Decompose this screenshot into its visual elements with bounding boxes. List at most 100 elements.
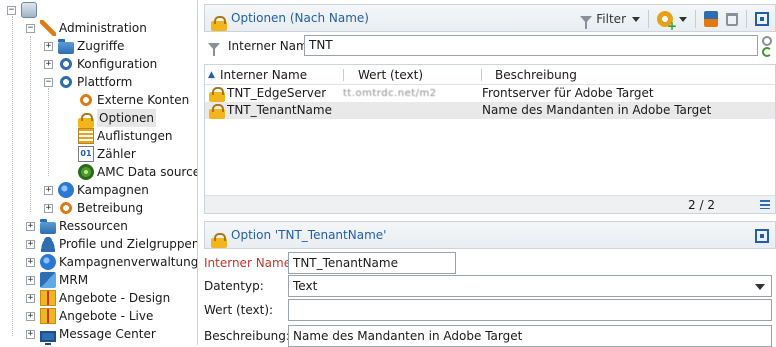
column-header-name[interactable]: Interner Name: [220, 65, 307, 85]
cell-description: Name des Mandanten in Adobe Target: [482, 103, 712, 117]
gear-icon: [58, 74, 74, 90]
tree-item-zaehler[interactable]: 01 Zähler: [78, 145, 136, 163]
collapse-icon[interactable]: −: [44, 77, 53, 87]
expand-icon[interactable]: +: [26, 239, 35, 249]
form-row-datatype: Datentyp: Text: [204, 275, 776, 297]
cell-name: TNT_EdgeServer: [227, 86, 327, 100]
move-button[interactable]: [704, 9, 718, 29]
menu-icon[interactable]: [760, 200, 770, 209]
maximize-button[interactable]: [755, 9, 769, 29]
tree-item-plattform[interactable]: − Plattform: [44, 73, 132, 91]
tree-item-angebote-design[interactable]: + Angebote - Design: [26, 289, 170, 307]
gift-icon: [40, 308, 56, 324]
tree-item-label: Externe Konten: [97, 93, 190, 107]
tree-item-label: Kampagnen: [77, 183, 149, 197]
tree-item-administration[interactable]: − Administration: [26, 19, 147, 37]
expand-icon[interactable]: +: [44, 59, 53, 69]
table-row[interactable]: TNT_EdgeServer tt.omtrdc.net/m2 Frontser…: [205, 85, 775, 102]
clear-filter-icon[interactable]: [762, 36, 772, 46]
tree-item-label: Profile und Zielgruppen: [59, 237, 198, 251]
tree-item-label: Kampagnenverwaltung: [59, 255, 198, 269]
tree-item-label: Administration: [59, 21, 147, 35]
options-panel: Optionen (Nach Name) Filter + Interner N…: [204, 0, 776, 347]
column-divider[interactable]: [343, 69, 344, 81]
options-grid: ▲ Interner Name Wert (text) Beschreibung…: [204, 64, 776, 214]
toolbar-divider: [746, 10, 747, 28]
move-icon: [704, 11, 718, 27]
tree-item-zugriffe[interactable]: + Zugriffe: [44, 37, 124, 55]
filter-input[interactable]: TNT: [304, 35, 758, 56]
tree-item-ressourcen[interactable]: + Ressourcen: [26, 217, 128, 235]
maximize-icon: [755, 229, 769, 243]
chevron-down-icon[interactable]: [679, 16, 687, 22]
tree-item-message-center[interactable]: + Message Center: [26, 325, 156, 345]
tree-item-label: Angebote - Design: [59, 291, 171, 305]
tree-item-label: Auflistungen: [97, 129, 173, 143]
expand-icon[interactable]: +: [26, 311, 35, 321]
description-label: Beschreibung:: [204, 329, 290, 343]
expand-icon[interactable]: +: [44, 203, 53, 213]
tree-item-auflistungen[interactable]: Auflistungen: [78, 127, 172, 145]
cell-value: tt.omtrdc.net/m2: [343, 88, 437, 99]
tree-item-externe-konten[interactable]: Externe Konten: [78, 91, 189, 109]
tree-item-optionen[interactable]: Optionen: [78, 109, 157, 128]
form-row-description: Beschreibung: Name des Mandanten in Adob…: [204, 325, 776, 347]
tree-item-label: Zähler: [97, 147, 136, 161]
internal-name-field[interactable]: TNT_TenantName: [288, 252, 456, 274]
maximize-button[interactable]: [755, 226, 769, 246]
tree-item-label: Angebote - Live: [59, 309, 154, 323]
datatype-label: Datentyp:: [204, 279, 264, 293]
tree-item-kampagnen[interactable]: + Kampagnen: [44, 181, 149, 199]
datatype-select[interactable]: Text: [288, 275, 772, 297]
value-field[interactable]: [288, 299, 772, 321]
expand-icon[interactable]: +: [26, 275, 35, 285]
lock-icon: [211, 233, 227, 248]
tree-item-betreibung[interactable]: + Betreibung: [44, 199, 143, 217]
description-field[interactable]: Name des Mandanten in Adobe Target: [288, 325, 772, 347]
expand-icon[interactable]: +: [44, 185, 53, 195]
column-header-description[interactable]: Beschreibung: [495, 65, 577, 85]
expand-icon[interactable]: +: [26, 257, 35, 267]
gear-icon: [78, 92, 94, 108]
sort-ascending-icon: ▲: [208, 70, 215, 80]
detail-header: Option 'TNT_TenantName': [204, 221, 776, 249]
tree-item-mrm[interactable]: + MRM: [26, 271, 88, 289]
new-button[interactable]: [657, 9, 687, 33]
table-row-selected[interactable]: TNT_TenantName Name des Mandanten in Ado…: [205, 102, 775, 119]
collapse-icon[interactable]: −: [26, 23, 35, 33]
tree-item-konfiguration[interactable]: + Konfiguration: [44, 55, 157, 73]
tree-item-kampagnenverwaltung[interactable]: + Kampagnenverwaltung: [26, 253, 198, 271]
column-header-value[interactable]: Wert (text): [358, 65, 423, 85]
grid-footer: 2 / 2: [205, 195, 775, 213]
list-header: Optionen (Nach Name) Filter: [204, 4, 776, 33]
value-label: Wert (text):: [204, 303, 274, 317]
filter-button-label: Filter: [596, 12, 626, 26]
tree-item-label: Ressourcen: [59, 219, 128, 233]
funnel-icon: [208, 42, 220, 56]
gear-icon: [58, 200, 74, 216]
expand-icon[interactable]: +: [26, 293, 35, 303]
collapse-icon[interactable]: −: [7, 5, 16, 15]
mrm-icon: [40, 272, 56, 288]
tree-item-amc-data-sources[interactable]: AMC Data sources: [78, 163, 198, 181]
amc-icon: [78, 164, 94, 180]
filter-button[interactable]: Filter: [580, 9, 640, 29]
toolbar-divider: [695, 10, 696, 28]
trash-icon: [726, 12, 738, 26]
refresh-icon[interactable]: [762, 47, 772, 57]
chevron-down-icon[interactable]: [632, 16, 640, 22]
delete-button[interactable]: [726, 9, 738, 29]
tree-item-profile-und-zielgruppen[interactable]: + Profile und Zielgruppen: [26, 235, 198, 253]
list-toolbar: Filter: [572, 9, 769, 33]
folder-icon: [58, 39, 74, 54]
column-divider[interactable]: [481, 69, 482, 81]
detail-title: Option 'TNT_TenantName': [231, 228, 387, 242]
expand-icon[interactable]: +: [44, 41, 53, 51]
tree-item-angebote-live[interactable]: + Angebote - Live: [26, 307, 153, 325]
tree-root[interactable]: −: [7, 1, 40, 19]
expand-icon[interactable]: +: [26, 329, 35, 339]
maximize-icon: [755, 12, 769, 26]
expand-icon[interactable]: +: [26, 221, 35, 231]
chevron-down-icon[interactable]: [755, 284, 765, 290]
tree-item-label: AMC Data sources: [97, 165, 198, 179]
